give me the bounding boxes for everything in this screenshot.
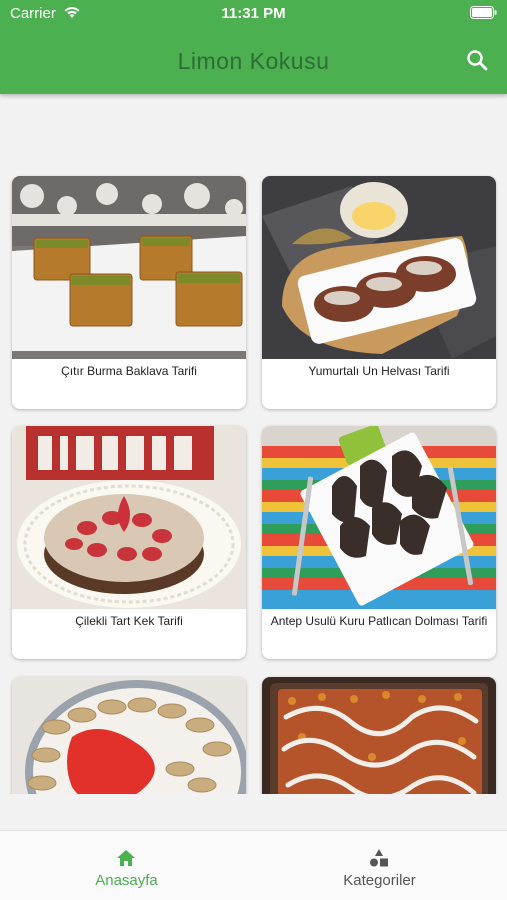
recipe-card[interactable]: Çıtır Burma Baklava Tarifi	[12, 176, 246, 409]
recipe-photo	[12, 176, 246, 359]
status-time: 11:31 PM	[221, 5, 286, 22]
recipe-photo	[262, 426, 496, 609]
search-icon[interactable]	[465, 48, 489, 72]
recipe-card[interactable]	[262, 677, 496, 794]
tab-categories-label: Kategoriler	[343, 872, 416, 889]
status-bar: Carrier 11:31 PM	[0, 0, 507, 28]
home-icon	[117, 850, 135, 866]
recipe-title: Çıtır Burma Baklava Tarifi	[61, 364, 197, 378]
recipe-photo	[262, 176, 496, 359]
recipe-card[interactable]	[12, 677, 246, 794]
bottom-tab-bar: Anasayfa Kategoriler	[0, 830, 507, 900]
categories-icon	[370, 849, 388, 867]
battery-icon	[470, 6, 497, 19]
tab-home-label: Anasayfa	[95, 872, 158, 889]
recipe-card[interactable]: Çilekli Tart Kek Tarifi	[12, 426, 246, 659]
recipe-card[interactable]: Yumurtalı Un Helvası Tarifi	[262, 176, 496, 409]
recipe-grid: Çıtır Burma Baklava Tarifi Yumurtalı Un …	[0, 94, 507, 794]
recipe-title: Çilekli Tart Kek Tarifi	[75, 614, 183, 628]
recipe-photo	[262, 677, 496, 794]
recipe-card[interactable]: Antep Usulü Kuru Patlıcan Dolması Tarifi	[262, 426, 496, 659]
tab-categories[interactable]: Kategoriler	[253, 831, 506, 900]
app-header: Carrier 11:31 PM Limon Kokusu	[0, 0, 507, 94]
app-title: Limon Kokusu	[177, 48, 330, 74]
recipe-photo	[12, 677, 246, 794]
tab-home[interactable]: Anasayfa	[0, 831, 253, 900]
recipe-title: Yumurtalı Un Helvası Tarifi	[308, 364, 450, 378]
recipe-title: Antep Usulü Kuru Patlıcan Dolması Tarifi	[270, 614, 488, 628]
recipe-photo	[12, 426, 246, 609]
